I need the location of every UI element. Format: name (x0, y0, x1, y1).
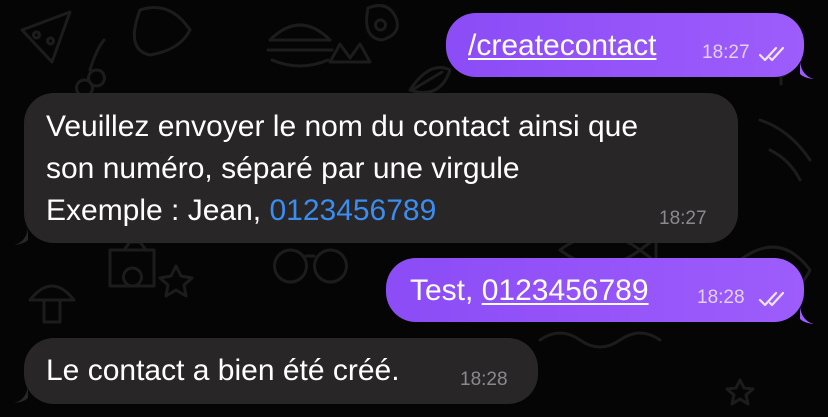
phone-number-link[interactable]: 0123456789 (269, 194, 436, 227)
message-text-line: Exemple : Jean, 0123456789 (46, 190, 738, 232)
message-text: Test, (410, 274, 482, 307)
avocado-doodle (365, 4, 399, 42)
outgoing-message-createcontact[interactable]: /createcontact 18:27 (446, 13, 804, 77)
glasses-doodle (273, 248, 348, 284)
command-link[interactable]: /createcontact (468, 29, 656, 62)
bubble-tail (14, 228, 28, 245)
cherry-doodle (75, 38, 106, 98)
bubble-tail (800, 307, 814, 324)
message-time: 18:28 (697, 287, 745, 308)
message-text-line: son numéro, séparé par une virgule (46, 152, 520, 185)
camera-doodle (108, 240, 156, 288)
message-time: 18:27 (659, 208, 707, 229)
read-double-check-icon (758, 291, 785, 307)
pizza-slice-doodle (20, 10, 72, 64)
leaf-doodle (408, 66, 452, 94)
read-double-check-icon (758, 46, 785, 62)
crown-doodle (328, 42, 372, 64)
message-time: 18:27 (702, 42, 750, 63)
outgoing-message-test[interactable]: Test, 0123456789 18:28 (386, 258, 804, 322)
message-text-line: Veuillez envoyer le nom du contact ainsi… (46, 110, 639, 143)
bird-doodle (132, 6, 192, 57)
star-small-doodle (725, 378, 755, 406)
example-label: Exemple : Jean, (46, 194, 270, 227)
lines-doodle (758, 118, 812, 182)
wave-doodle (538, 331, 662, 349)
incoming-message-confirmation[interactable]: Le contact a bien été créé. 18:28 (24, 338, 538, 404)
star-doodle (158, 264, 194, 298)
mushroom-doodle (28, 284, 76, 324)
bubble-tail (800, 62, 814, 79)
phone-number-link[interactable]: 0123456789 (482, 274, 649, 307)
incoming-message-instructions[interactable]: Veuillez envoyer le nom du contact ainsi… (24, 93, 738, 243)
message-text: Le contact a bien été créé. (46, 354, 400, 387)
bubble-tail (14, 386, 28, 403)
message-time: 18:28 (460, 369, 508, 390)
burger-doodle (266, 23, 334, 68)
